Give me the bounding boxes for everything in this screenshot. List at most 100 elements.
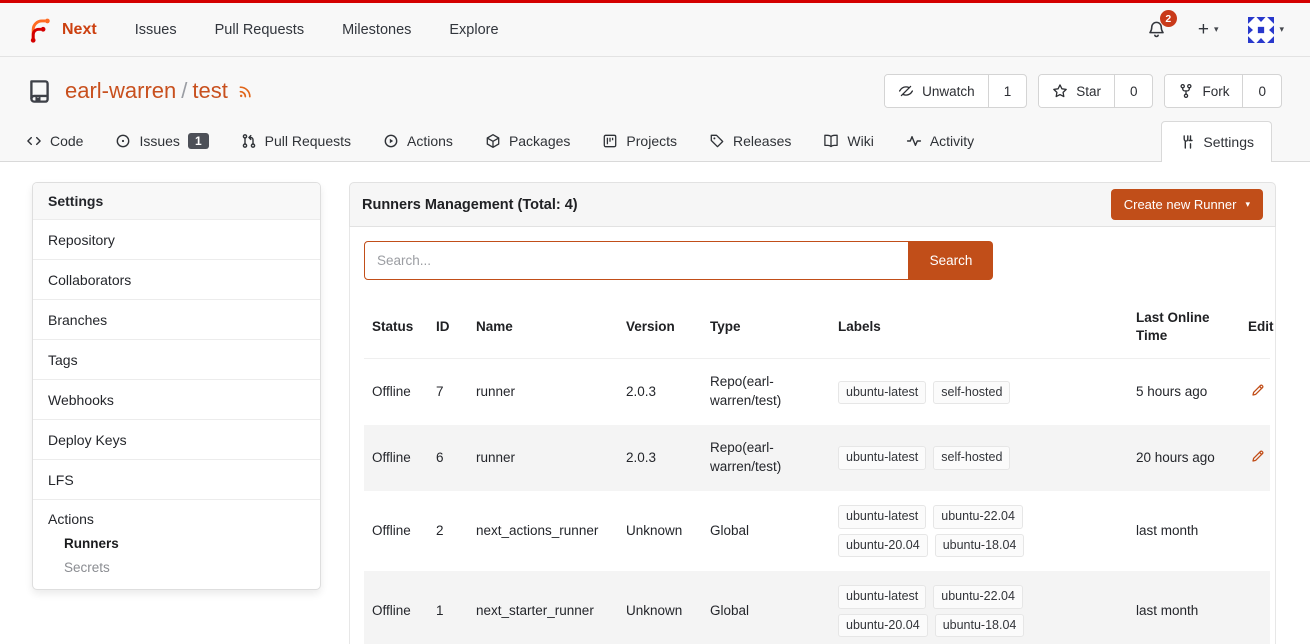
- repo-separator: /: [181, 78, 187, 104]
- labels-cell: ubuntu-latest ubuntu-22.04 ubuntu-20.04 …: [838, 585, 1074, 637]
- label-chip: ubuntu-22.04: [933, 585, 1023, 609]
- version-cell: Unknown: [618, 491, 702, 571]
- tab-label: Releases: [733, 133, 791, 149]
- fork-icon: [1178, 83, 1194, 99]
- sidebar-item-branches[interactable]: Branches: [33, 300, 320, 340]
- star-icon: [1052, 83, 1068, 99]
- forks-count[interactable]: 0: [1243, 75, 1281, 107]
- id-cell: 7: [428, 359, 468, 425]
- label-chip: self-hosted: [933, 446, 1010, 470]
- nav-item-issues[interactable]: Issues: [135, 22, 177, 38]
- plus-icon: +: [1198, 20, 1209, 39]
- package-icon: [485, 133, 501, 149]
- sidebar-subitem-runners[interactable]: Runners: [48, 527, 305, 551]
- sidebar-item-repository[interactable]: Repository: [33, 220, 320, 260]
- status-cell: Offline: [364, 491, 428, 571]
- tab-label: Code: [50, 133, 83, 149]
- label-chip: ubuntu-latest: [838, 505, 926, 529]
- pencil-icon: [1250, 383, 1265, 398]
- watch-button-group: Unwatch 1: [884, 74, 1027, 108]
- sidebar-item-lfs[interactable]: LFS: [33, 460, 320, 500]
- nav-item-explore[interactable]: Explore: [449, 22, 498, 38]
- version-cell: 2.0.3: [618, 425, 702, 491]
- sidebar-item-actions[interactable]: Actions Runners Secrets: [33, 500, 320, 589]
- tab-releases[interactable]: Releases: [709, 120, 791, 161]
- stars-count[interactable]: 0: [1115, 75, 1153, 107]
- status-cell: Offline: [364, 425, 428, 491]
- create-new-runner-label: Create new Runner: [1124, 197, 1237, 212]
- repository-icon: [26, 78, 53, 105]
- rss-feed-icon[interactable]: [237, 82, 255, 100]
- home-brand-link[interactable]: Next: [26, 16, 97, 43]
- col-header-id: ID: [428, 296, 468, 359]
- repo-name-link[interactable]: test: [192, 78, 227, 104]
- runners-panel-header: Runners Management (Total: 4) Create new…: [349, 182, 1276, 227]
- type-cell: Repo(earl-warren/test): [702, 359, 830, 425]
- create-new-menu-button[interactable]: + ▾: [1198, 20, 1219, 39]
- type-cell: Global: [702, 571, 830, 644]
- label-chip: ubuntu-latest: [838, 446, 926, 470]
- status-cell: Offline: [364, 359, 428, 425]
- tab-activity[interactable]: Activity: [906, 120, 974, 161]
- tab-code[interactable]: Code: [26, 120, 83, 161]
- notifications-button[interactable]: 2: [1145, 18, 1168, 41]
- fork-button-group: Fork 0: [1164, 74, 1282, 108]
- sidebar-subitem-secrets[interactable]: Secrets: [48, 551, 305, 575]
- tab-label: Activity: [930, 133, 974, 149]
- tab-actions[interactable]: Actions: [383, 120, 453, 161]
- star-button-group: Star 0: [1038, 74, 1153, 108]
- name-cell: runner: [468, 359, 618, 425]
- label-chip: ubuntu-latest: [838, 381, 926, 405]
- version-cell: 2.0.3: [618, 359, 702, 425]
- name-cell: next_actions_runner: [468, 491, 618, 571]
- nav-item-milestones[interactable]: Milestones: [342, 22, 411, 38]
- pulse-icon: [906, 133, 922, 149]
- sidebar-item-deploy-keys[interactable]: Deploy Keys: [33, 420, 320, 460]
- navbar-right: 2 + ▾ ▾: [1145, 17, 1284, 43]
- watchers-count[interactable]: 1: [989, 75, 1027, 107]
- pencil-icon: [1250, 449, 1265, 464]
- user-menu-button[interactable]: ▾: [1248, 17, 1284, 43]
- tab-label: Actions: [407, 133, 453, 149]
- top-navbar: Next Issues Pull Requests Milestones Exp…: [0, 3, 1310, 57]
- search-input[interactable]: [364, 241, 909, 280]
- last-online-cell: last month: [1128, 571, 1240, 644]
- runner-row: Offline 1 next_starter_runner Unknown Gl…: [364, 571, 1270, 644]
- last-online-cell: last month: [1128, 491, 1240, 571]
- edit-runner-button[interactable]: [1248, 447, 1267, 466]
- issues-count-badge: 1: [188, 133, 209, 149]
- col-header-edit: Edit: [1240, 296, 1270, 359]
- runner-row: Offline 2 next_actions_runner Unknown Gl…: [364, 491, 1270, 571]
- sidebar-item-collaborators[interactable]: Collaborators: [33, 260, 320, 300]
- sidebar-actions-label[interactable]: Actions: [48, 511, 305, 527]
- tab-label: Pull Requests: [265, 133, 351, 149]
- tab-pull-requests[interactable]: Pull Requests: [241, 120, 351, 161]
- id-cell: 1: [428, 571, 468, 644]
- star-button[interactable]: Star: [1039, 75, 1115, 107]
- nav-item-pull-requests[interactable]: Pull Requests: [215, 22, 304, 38]
- tab-issues[interactable]: Issues 1: [115, 120, 208, 161]
- edit-runner-button[interactable]: [1248, 381, 1267, 400]
- tab-packages[interactable]: Packages: [485, 120, 570, 161]
- sidebar-item-webhooks[interactable]: Webhooks: [33, 380, 320, 420]
- tab-projects[interactable]: Projects: [602, 120, 677, 161]
- fork-button[interactable]: Fork: [1165, 75, 1243, 107]
- tab-wiki[interactable]: Wiki: [823, 120, 873, 161]
- notification-count-badge: 2: [1160, 10, 1177, 27]
- tab-label: Wiki: [847, 133, 873, 149]
- chevron-down-icon: ▾: [1279, 24, 1284, 35]
- version-cell: Unknown: [618, 571, 702, 644]
- type-cell: Repo(earl-warren/test): [702, 425, 830, 491]
- settings-sidebar: Settings Repository Collaborators Branch…: [32, 182, 321, 590]
- runners-panel-body: Search Status ID Name Version Type Label…: [349, 227, 1276, 644]
- repo-owner-link[interactable]: earl-warren: [65, 78, 176, 104]
- search-button[interactable]: Search: [909, 241, 993, 280]
- tools-icon: [1179, 134, 1195, 150]
- unwatch-button[interactable]: Unwatch: [885, 75, 989, 107]
- tab-settings[interactable]: Settings: [1161, 121, 1272, 162]
- create-new-runner-button[interactable]: Create new Runner ▾: [1111, 189, 1263, 220]
- label-chip: self-hosted: [933, 381, 1010, 405]
- label-chip: ubuntu-20.04: [838, 614, 928, 638]
- tag-icon: [709, 133, 725, 149]
- sidebar-item-tags[interactable]: Tags: [33, 340, 320, 380]
